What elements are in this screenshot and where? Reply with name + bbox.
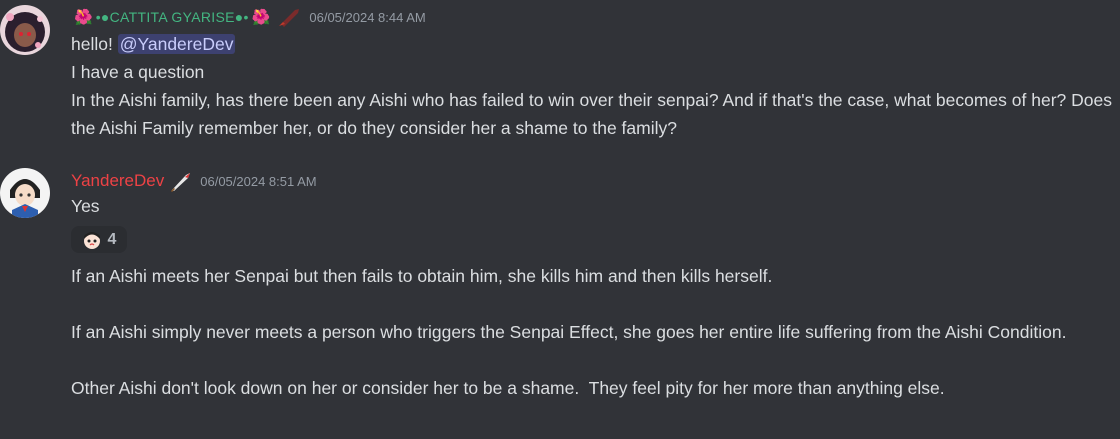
hibiscus-emoji-icon: 🌺 bbox=[251, 9, 271, 26]
message-line: hello! @YandereDev bbox=[71, 30, 1116, 58]
avatar-anime-girl-icon bbox=[0, 168, 50, 218]
message-2: YandereDev 06/05/2024 8:51 AM Yes 4 If a… bbox=[0, 160, 1120, 439]
timestamp[interactable]: 06/05/2024 8:44 AM bbox=[309, 10, 425, 25]
avatar[interactable] bbox=[0, 5, 50, 55]
hibiscus-emoji-icon: 🌺 bbox=[74, 9, 93, 26]
avatar[interactable] bbox=[0, 168, 50, 218]
message-paragraph: If an Aishi meets her Senpai but then fa… bbox=[71, 266, 773, 286]
message-paragraph: Other Aishi don't look down on her or co… bbox=[71, 378, 945, 398]
message-line: I have a question bbox=[71, 62, 205, 82]
greeting-text: hello! bbox=[71, 34, 113, 54]
message-content: If an Aishi meets her Senpai but then fa… bbox=[71, 262, 1116, 402]
message-1: 🌺 •●CATTITA GYARISE●• 🌺 06/05/2024 8:44 … bbox=[0, 0, 1120, 150]
reaction-button[interactable]: 4 bbox=[71, 226, 127, 253]
message-paragraph: In the Aishi family, has there been any … bbox=[71, 90, 1112, 138]
author-name[interactable]: •●CATTITA GYARISE●• bbox=[96, 9, 249, 25]
message-content: Yes bbox=[71, 192, 1116, 220]
avatar-anime-girl-icon bbox=[0, 5, 50, 55]
timestamp[interactable]: 06/05/2024 8:51 AM bbox=[200, 174, 316, 189]
message-header: 🌺 •●CATTITA GYARISE●• 🌺 06/05/2024 8:44 … bbox=[71, 6, 426, 28]
rocket-badge-icon bbox=[279, 9, 300, 27]
message-line: Yes bbox=[71, 196, 100, 216]
author-name[interactable]: YandereDev bbox=[71, 171, 164, 191]
message-paragraph: If an Aishi simply never meets a person … bbox=[71, 322, 1067, 342]
reaction-count: 4 bbox=[107, 230, 117, 248]
knife-badge-icon bbox=[171, 173, 191, 192]
message-content: hello! @YandereDev I have a question In … bbox=[71, 30, 1116, 142]
user-mention[interactable]: @YandereDev bbox=[117, 34, 236, 54]
message-header: YandereDev 06/05/2024 8:51 AM bbox=[71, 170, 317, 192]
chibi-face-emoji-icon bbox=[83, 231, 100, 249]
